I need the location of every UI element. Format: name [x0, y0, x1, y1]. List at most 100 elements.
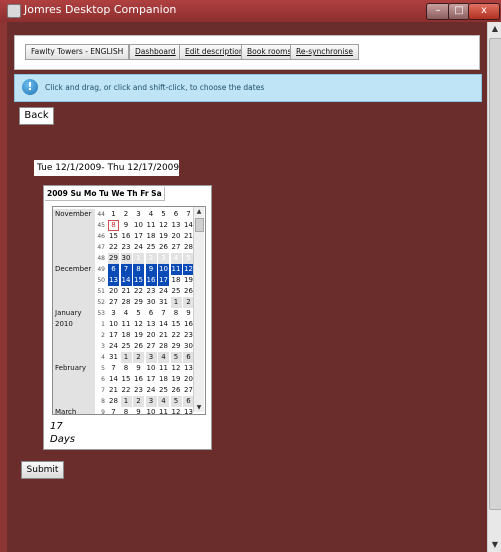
calendar-day[interactable]: 2 — [121, 209, 132, 220]
calendar-day[interactable]: 3 — [108, 308, 119, 319]
calendar-day[interactable]: 11 — [170, 264, 182, 275]
calendar-day[interactable]: 26 — [171, 385, 182, 396]
calendar-day[interactable]: 27 — [171, 242, 182, 253]
calendar-day[interactable]: 1 — [108, 209, 119, 220]
calendar-day[interactable]: 22 — [108, 242, 119, 253]
calendar-day[interactable]: 15 — [121, 374, 132, 385]
calendar-day[interactable]: 19 — [171, 374, 182, 385]
calendar-day[interactable]: 27 — [108, 297, 119, 308]
calendar-day[interactable]: 29 — [171, 341, 182, 352]
calendar-day[interactable]: 18 — [121, 330, 132, 341]
calendar-day[interactable]: 31 — [158, 297, 169, 308]
calendar-day[interactable]: 11 — [121, 319, 132, 330]
calendar-day[interactable]: 6 — [108, 264, 119, 275]
calendar-day[interactable]: 4 — [158, 352, 169, 363]
page-scroll-down-icon[interactable]: ▼ — [488, 538, 501, 552]
calendar-day[interactable]: 2 — [133, 396, 144, 407]
calendar-day[interactable]: 8 — [121, 363, 132, 374]
calendar-day[interactable]: 7 — [108, 363, 119, 374]
calendar-day[interactable]: 11 — [158, 407, 169, 414]
calendar-day[interactable]: 29 — [133, 297, 144, 308]
calendar-day[interactable]: 3 — [145, 352, 157, 363]
close-button[interactable]: x — [468, 3, 500, 20]
calendar-scrollbar[interactable]: ▲ ▼ — [193, 207, 204, 412]
calendar-day[interactable]: 15 — [108, 231, 119, 242]
calendar-day[interactable]: 22 — [133, 286, 144, 297]
calendar-day[interactable]: 14 — [108, 374, 119, 385]
calendar-day[interactable]: 21 — [108, 385, 119, 396]
calendar-day[interactable]: 11 — [158, 363, 169, 374]
calendar-day[interactable]: 25 — [171, 286, 182, 297]
calendar-day[interactable]: 18 — [146, 231, 157, 242]
calendar-day[interactable]: 1 — [120, 352, 132, 363]
calendar-day[interactable]: 7 — [108, 407, 119, 414]
back-button[interactable]: Back — [19, 107, 54, 125]
calendar-day[interactable]: 4 — [121, 308, 132, 319]
calendar-day[interactable]: 9 — [133, 407, 144, 414]
calendar-day[interactable]: 8 — [121, 407, 132, 414]
calendar-day[interactable]: 14 — [158, 319, 169, 330]
calendar-day[interactable]: 7 — [120, 264, 132, 275]
calendar-day[interactable]: 20 — [171, 231, 182, 242]
calendar-day[interactable]: 25 — [146, 242, 157, 253]
calendar-day[interactable]: 18 — [158, 374, 169, 385]
calendar-day[interactable]: 8 — [171, 308, 182, 319]
property-button[interactable]: Fawlty Towers - ENGLISH — [25, 44, 130, 60]
calendar-day[interactable]: 14 — [120, 275, 132, 286]
calendar-day[interactable]: 2 — [133, 352, 144, 363]
calendar-day[interactable]: 24 — [146, 385, 157, 396]
calendar-day[interactable]: 6 — [171, 209, 182, 220]
calendar-day[interactable]: 1 — [133, 253, 144, 264]
maximize-button[interactable]: □ — [448, 3, 470, 20]
calendar-day[interactable]: 25 — [121, 341, 132, 352]
scroll-thumb[interactable] — [195, 218, 204, 232]
calendar-day[interactable]: 13 — [146, 319, 157, 330]
calendar-day[interactable]: 3 — [158, 253, 169, 264]
calendar-day[interactable]: 24 — [108, 341, 119, 352]
book-rooms-button[interactable]: Book rooms — [241, 44, 298, 60]
calendar-day[interactable]: 29 — [108, 253, 119, 264]
calendar-day[interactable]: 28 — [121, 297, 132, 308]
calendar-day[interactable]: 13 — [108, 275, 119, 286]
calendar-day[interactable]: 15 — [133, 275, 144, 286]
calendar-day[interactable]: 18 — [171, 275, 182, 286]
calendar-day[interactable]: 8 — [133, 264, 144, 275]
calendar-day[interactable]: 4 — [170, 253, 182, 264]
calendar-day[interactable]: 1 — [120, 396, 132, 407]
calendar-day[interactable]: 9 — [133, 363, 144, 374]
calendar-day[interactable]: 5 — [170, 352, 182, 363]
calendar-day[interactable]: 3 — [133, 209, 144, 220]
calendar-day[interactable]: 10 — [108, 319, 119, 330]
page-scroll-up-icon[interactable]: ▲ — [488, 22, 501, 36]
calendar-day[interactable]: 10 — [158, 264, 169, 275]
calendar-day[interactable]: 26 — [133, 341, 144, 352]
calendar-day[interactable]: 16 — [145, 275, 157, 286]
calendar-day[interactable]: 8 — [108, 220, 119, 231]
calendar-day[interactable]: 17 — [146, 374, 157, 385]
calendar-day[interactable]: 9 — [145, 264, 157, 275]
minimize-button[interactable]: – — [426, 3, 450, 20]
calendar-day[interactable]: 10 — [133, 220, 144, 231]
calendar-day[interactable]: 10 — [146, 407, 157, 414]
calendar-day[interactable]: 17 — [108, 330, 119, 341]
calendar-day[interactable]: 12 — [171, 363, 182, 374]
calendar-day[interactable]: 24 — [158, 286, 169, 297]
page-scrollbar[interactable]: ▲ ▼ — [487, 22, 501, 552]
calendar-day[interactable]: 13 — [171, 220, 182, 231]
calendar-day[interactable]: 11 — [146, 220, 157, 231]
calendar-day[interactable]: 25 — [158, 385, 169, 396]
calendar-day[interactable]: 19 — [133, 330, 144, 341]
calendar-day[interactable]: 21 — [158, 330, 169, 341]
calendar-day[interactable]: 19 — [158, 231, 169, 242]
calendar-day[interactable]: 9 — [121, 220, 132, 231]
calendar-day[interactable]: 22 — [121, 385, 132, 396]
calendar-day[interactable]: 12 — [171, 407, 182, 414]
calendar-day[interactable]: 1 — [170, 297, 182, 308]
calendar-day[interactable]: 12 — [133, 319, 144, 330]
calendar-day[interactable]: 23 — [146, 286, 157, 297]
calendar-day[interactable]: 4 — [146, 209, 157, 220]
calendar-day[interactable]: 28 — [158, 341, 169, 352]
calendar-day[interactable]: 26 — [158, 242, 169, 253]
calendar-day[interactable]: 16 — [121, 231, 132, 242]
calendar-day[interactable]: 15 — [171, 319, 182, 330]
